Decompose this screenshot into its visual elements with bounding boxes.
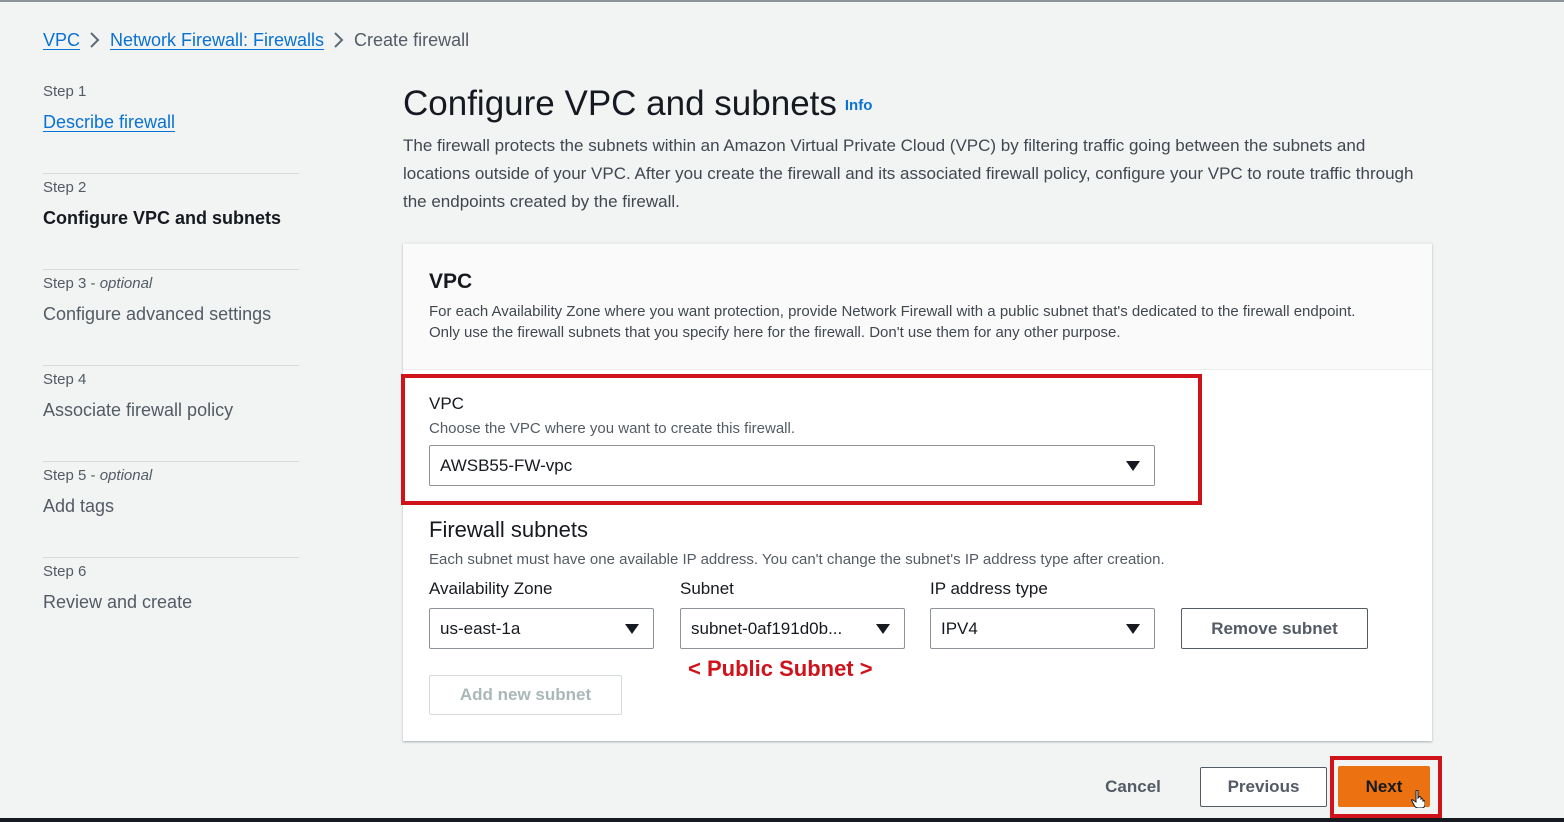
container-description: For each Availability Zone where you wan… (429, 303, 1356, 341)
top-border (0, 0, 1564, 2)
ip-address-type-label: IP address type (930, 579, 1048, 598)
step-title-firewall-policy: Associate firewall policy (43, 400, 234, 420)
caret-down-icon (1126, 460, 1140, 471)
step-number: Step 5 - optional (43, 467, 153, 484)
wizard-step-6: Step 6 Review and create (43, 558, 299, 654)
vpc-field-description: Choose the VPC where you want to create … (429, 420, 796, 437)
subnet-select[interactable]: subnet-0af191d0b... (680, 608, 905, 649)
vpc-container: VPC For each Availability Zone where you… (403, 243, 1432, 741)
vpc-field-label: VPC (429, 394, 464, 413)
caret-down-icon (1126, 623, 1140, 634)
subnet-value: subnet-0af191d0b... (691, 618, 843, 638)
container-title: VPC (429, 270, 473, 293)
wizard-steps-nav: Step 1 Describe firewall Step 2 Configur… (43, 78, 299, 654)
step-optional-label: optional (99, 467, 153, 484)
remove-subnet-button[interactable]: Remove subnet (1181, 608, 1368, 649)
vpc-select-value: AWSB55-FW-vpc (440, 455, 573, 475)
step-number: Step 3 - optional (43, 275, 153, 292)
wizard-step-3: Step 3 - optional Configure advanced set… (43, 270, 299, 366)
page-description: The firewall protects the subnets within… (403, 136, 1414, 211)
step-title-add-tags: Add tags (43, 496, 115, 516)
step-title-review-create: Review and create (43, 592, 193, 612)
breadcrumb-vpc-link[interactable]: VPC (43, 30, 80, 51)
vpc-select[interactable]: AWSB55-FW-vpc (429, 445, 1155, 486)
availability-zone-label: Availability Zone (429, 579, 553, 598)
wizard-step-1: Step 1 Describe firewall (43, 78, 299, 174)
bottom-border (0, 818, 1564, 822)
cancel-button[interactable]: Cancel (1090, 767, 1176, 807)
caret-down-icon (625, 623, 639, 634)
step-number: Step 2 (43, 179, 87, 196)
public-subnet-annotation: < Public Subnet > (688, 656, 873, 681)
breadcrumb: VPC Network Firewall: Firewalls Create f… (43, 28, 469, 52)
info-link[interactable]: Info (845, 97, 873, 114)
container-header: VPC For each Availability Zone where you… (403, 244, 1432, 370)
ip-address-type-select[interactable]: IPV4 (930, 608, 1155, 649)
wizard-step-2: Step 2 Configure VPC and subnets (43, 174, 299, 270)
chevron-right-icon (324, 31, 354, 49)
add-new-subnet-button[interactable]: Add new subnet (429, 675, 622, 715)
ip-address-type-value: IPV4 (941, 618, 978, 638)
firewall-subnets-description: Each subnet must have one available IP a… (429, 551, 1165, 568)
hand-pointer-icon (1411, 790, 1425, 808)
step-optional-label: optional (99, 275, 153, 292)
page-title-text: Configure VPC and subnets (403, 84, 837, 123)
step-title-advanced-settings: Configure advanced settings (43, 304, 272, 324)
step-link-describe-firewall[interactable]: Describe firewall (43, 110, 299, 134)
wizard-step-4: Step 4 Associate firewall policy (43, 366, 299, 462)
breadcrumb-current: Create firewall (354, 29, 470, 50)
chevron-right-icon (80, 31, 110, 49)
caret-down-icon (876, 623, 890, 634)
availability-zone-select[interactable]: us-east-1a (429, 608, 654, 649)
firewall-subnets-title: Firewall subnets (429, 517, 588, 542)
wizard-step-5: Step 5 - optional Add tags (43, 462, 299, 558)
page-title: Configure VPC and subnets Info (403, 84, 872, 126)
subnet-label: Subnet (680, 579, 734, 598)
step-number: Step 6 (43, 563, 87, 580)
availability-zone-value: us-east-1a (440, 618, 521, 638)
previous-button[interactable]: Previous (1200, 767, 1327, 807)
step-number: Step 1 (43, 83, 87, 100)
step-current-configure-vpc: Configure VPC and subnets (43, 208, 282, 228)
step-number: Step 4 (43, 371, 87, 388)
breadcrumb-firewalls-link[interactable]: Network Firewall: Firewalls (110, 30, 324, 51)
